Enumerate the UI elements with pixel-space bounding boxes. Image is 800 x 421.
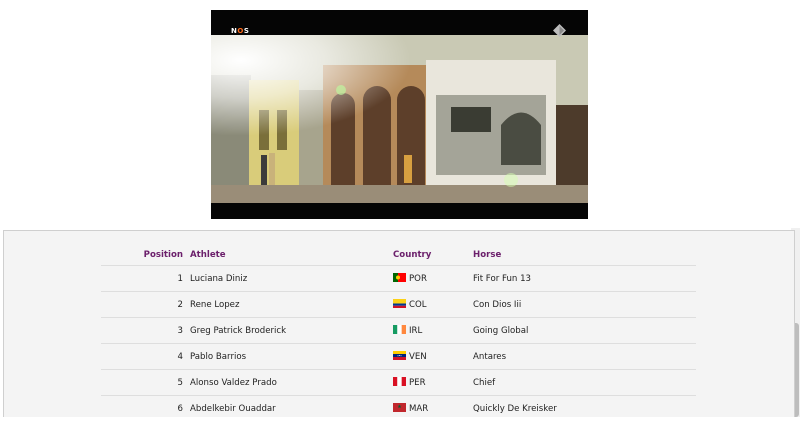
country-cell: MAR — [393, 396, 473, 421]
table-row[interactable]: 6 Abdelkebir Ouaddar MAR Quickly De Krei… — [101, 396, 696, 421]
channel-watermark-icon — [553, 24, 566, 37]
athlete-cell: Alonso Valdez Prado — [190, 370, 393, 396]
header-athlete[interactable]: Athlete — [190, 245, 393, 266]
morocco-flag-icon — [393, 403, 406, 412]
peru-flag-icon — [393, 377, 406, 386]
athlete-cell: Abdelkebir Ouaddar — [190, 396, 393, 421]
country-cell: POR — [393, 266, 473, 292]
table-row[interactable]: 4 Pablo Barrios VEN Antares — [101, 344, 696, 370]
horse-cell: Antares — [473, 344, 696, 370]
country-code: VEN — [409, 352, 427, 362]
country-code: IRL — [409, 326, 422, 336]
street-scene-image — [211, 35, 588, 203]
country-cell: COL — [393, 292, 473, 318]
results-panel: Position Athlete Country Horse 1 Luciana… — [3, 230, 795, 417]
broadcaster-logo: NOS — [231, 27, 249, 35]
table-row[interactable]: 5 Alonso Valdez Prado PER Chief — [101, 370, 696, 396]
portugal-flag-icon — [393, 273, 406, 282]
position-cell: 4 — [101, 344, 190, 370]
colombia-flag-icon — [393, 299, 406, 308]
country-cell: PER — [393, 370, 473, 396]
athlete-cell: Luciana Diniz — [190, 266, 393, 292]
ireland-flag-icon — [393, 325, 406, 334]
table-row[interactable]: 1 Luciana Diniz POR Fit For Fun 13 — [101, 266, 696, 292]
header-country[interactable]: Country — [393, 245, 473, 266]
venezuela-flag-icon — [393, 351, 406, 360]
horse-cell: Quickly De Kreisker — [473, 396, 696, 421]
results-table: Position Athlete Country Horse 1 Luciana… — [101, 245, 696, 421]
position-cell: 2 — [101, 292, 190, 318]
country-cell: VEN — [393, 344, 473, 370]
athlete-cell: Greg Patrick Broderick — [190, 318, 393, 344]
country-code: PER — [409, 378, 426, 388]
position-cell: 5 — [101, 370, 190, 396]
position-cell: 1 — [101, 266, 190, 292]
horse-cell: Con Dios Iii — [473, 292, 696, 318]
header-position[interactable]: Position — [101, 245, 190, 266]
horse-cell: Chief — [473, 370, 696, 396]
table-row[interactable]: 2 Rene Lopez COL Con Dios Iii — [101, 292, 696, 318]
table-row[interactable]: 3 Greg Patrick Broderick IRL Going Globa… — [101, 318, 696, 344]
position-cell: 6 — [101, 396, 190, 421]
horse-cell: Fit For Fun 13 — [473, 266, 696, 292]
athlete-cell: Pablo Barrios — [190, 344, 393, 370]
athlete-cell: Rene Lopez — [190, 292, 393, 318]
country-cell: IRL — [393, 318, 473, 344]
position-cell: 3 — [101, 318, 190, 344]
header-horse[interactable]: Horse — [473, 245, 696, 266]
table-header-row: Position Athlete Country Horse — [101, 245, 696, 266]
video-player[interactable]: NOS — [211, 10, 588, 219]
country-code: COL — [409, 300, 427, 310]
country-code: MAR — [409, 404, 428, 414]
horse-cell: Going Global — [473, 318, 696, 344]
video-frame — [211, 35, 588, 203]
country-code: POR — [409, 274, 427, 284]
